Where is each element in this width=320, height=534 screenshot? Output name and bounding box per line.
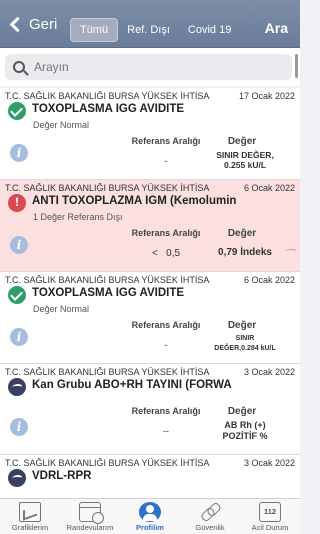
reference-range-value: < 0,5 <box>151 248 181 259</box>
result-date: 3 Ocak 2022 <box>243 367 295 377</box>
reference-range-value: - <box>164 156 168 166</box>
back-button[interactable]: Geri <box>8 14 57 34</box>
top-nav-bar: Geri Tümü Ref. Dışı Covid 19 Ara <box>0 0 300 48</box>
value-header: Değer <box>227 320 257 331</box>
result-source: T.C. SAĞLIK BAKANLIĞI BURSA YÜKSEK İHTİS… <box>5 275 210 285</box>
result-value-line1: AB Rh (+) <box>224 420 266 430</box>
result-item[interactable]: T.C. SAĞLIK BAKANLIĞI BURSA YÜKSEK İHTİS… <box>0 88 300 180</box>
result-values: i Referans Aralığı Değer -- AB Rh (+) POZ… <box>0 404 300 454</box>
result-date: 6 Ocak 2022 <box>243 183 295 193</box>
tab-label: Randevularım <box>66 523 114 532</box>
result-value: SINIR DEĞER, 0.255 kU/L <box>200 150 290 170</box>
value-header: Değer <box>227 136 257 147</box>
link-icon <box>199 502 221 522</box>
result-values: i Referans Aralığı Değer - SINIR DEĞER,0.… <box>0 318 300 363</box>
result-source: T.C. SAĞLIK BAKANLIĞI BURSA YÜKSEK İHTİS… <box>5 367 210 377</box>
result-title: TOXOPLASMA IGG AVIDITE <box>32 287 185 299</box>
tab-label: Acil Durum <box>251 523 289 532</box>
reference-range-value: -- <box>163 426 169 436</box>
search-bar <box>0 48 300 86</box>
result-date: 6 Ocak 2022 <box>243 275 295 285</box>
chart-icon <box>19 502 41 522</box>
results-list: T.C. SAĞLIK BAKANLIĞI BURSA YÜKSEK İHTİS… <box>0 88 300 498</box>
check-icon <box>8 286 26 304</box>
search-action-button[interactable]: Ara <box>265 20 288 36</box>
result-item[interactable]: T.C. SAĞLIK BAKANLIĞI BURSA YÜKSEK İHTİS… <box>0 455 300 498</box>
result-source: T.C. SAĞLIK BAKANLIĞI BURSA YÜKSEK İHTİS… <box>5 458 210 468</box>
result-title: VDRL-RPR <box>32 470 92 482</box>
result-values: i Referans Aralığı Değer - SINIR DEĞER, 0… <box>0 134 300 179</box>
value-header: Değer <box>227 406 257 417</box>
tab-charts[interactable]: Grafiklerim <box>0 499 60 534</box>
segment-all[interactable]: Tümü <box>70 18 119 42</box>
result-header: T.C. SAĞLIK BAKANLIĞI BURSA YÜKSEK İHTİS… <box>0 364 300 404</box>
tab-profile[interactable]: Profilim <box>120 499 180 534</box>
result-source: T.C. SAĞLIK BAKANLIĞI BURSA YÜKSEK İHTİS… <box>5 183 210 193</box>
result-status-text: Değer Normal <box>33 120 90 130</box>
info-icon[interactable]: i <box>10 328 28 346</box>
scrollbar[interactable] <box>295 54 298 78</box>
back-label: Geri <box>29 15 58 33</box>
result-header: T.C. SAĞLIK BAKANLIĞI BURSA YÜKSEK İHTİS… <box>0 88 300 134</box>
tab-label: Grafiklerim <box>11 523 49 532</box>
info-icon[interactable]: i <box>10 418 28 436</box>
info-icon[interactable]: i <box>10 144 28 162</box>
result-value-line1: SINIR DEĞER, <box>216 150 274 160</box>
check-icon <box>8 102 26 120</box>
tab-label: Güvenlik <box>195 523 225 532</box>
result-value-line2: 0.255 kU/L <box>223 160 267 170</box>
info-icon[interactable]: i <box>10 236 28 254</box>
reference-range-header: Referans Aralığı <box>131 406 201 416</box>
search-icon <box>13 61 25 73</box>
result-status-text: 1 Değer Referans Dışı <box>33 212 123 222</box>
result-title: TOXOPLASMA IGG AVIDITE <box>32 103 185 115</box>
segment-covid19[interactable]: Covid 19 <box>179 18 240 42</box>
chevron-left-icon <box>9 16 26 32</box>
result-title: Kan Grubu ABO+RH TAYINI (FORWA <box>32 379 232 391</box>
warning-icon <box>8 194 26 212</box>
result-value-line2: DEĞER,0.284 kU/L <box>214 345 276 352</box>
result-header: T.C. SAĞLIK BAKANLIĞI BURSA YÜKSEK İHTİS… <box>0 272 300 318</box>
result-item[interactable]: T.C. SAĞLIK BAKANLIĞI BURSA YÜKSEK İHTİS… <box>0 272 300 364</box>
result-value-line2: POZİTİF % <box>222 431 268 441</box>
tab-label: Profilim <box>136 523 164 532</box>
result-value: AB Rh (+) POZİTİF % <box>200 420 290 442</box>
segment-out-of-range[interactable]: Ref. Dışı <box>118 18 179 42</box>
result-values: i Referans Aralığı Değer < 0,5 0,79 İnde… <box>0 226 300 271</box>
wave-icon <box>8 469 26 487</box>
result-date: 17 Ocak 2022 <box>238 91 295 101</box>
tab-emergency[interactable]: 112 Acil Durum <box>240 499 300 534</box>
bottom-tab-bar: Grafiklerim Randevularım Profilim Güvenl… <box>0 498 300 534</box>
reference-range-header: Referans Aralığı <box>131 136 201 146</box>
reference-range-header: Referans Aralığı <box>131 320 201 330</box>
tab-security[interactable]: Güvenlik <box>180 499 240 534</box>
tab-appointments[interactable]: Randevularım <box>60 499 120 534</box>
result-value: 0,79 İndeks <box>218 247 272 258</box>
result-header: T.C. SAĞLIK BAKANLIĞI BURSA YÜKSEK İHTİS… <box>0 455 300 498</box>
result-status-text: Değer Normal <box>33 304 90 314</box>
wave-icon <box>8 378 26 396</box>
calendar-icon <box>79 502 104 524</box>
emergency-112-icon: 112 <box>259 502 281 522</box>
user-icon <box>139 502 161 522</box>
filter-segments: Tümü Ref. Dışı Covid 19 <box>70 18 240 42</box>
result-header: T.C. SAĞLIK BAKANLIĞI BURSA YÜKSEK İHTİS… <box>0 180 300 226</box>
trend-icon[interactable] <box>282 249 298 255</box>
result-item[interactable]: T.C. SAĞLIK BAKANLIĞI BURSA YÜKSEK İHTİS… <box>0 364 300 455</box>
result-value-line1: SINIR <box>235 335 255 342</box>
result-item[interactable]: T.C. SAĞLIK BAKANLIĞI BURSA YÜKSEK İHTİS… <box>0 180 300 272</box>
result-date: 3 Ocak 2022 <box>243 458 295 468</box>
search-field[interactable] <box>5 54 292 80</box>
value-header: Değer <box>227 228 257 239</box>
reference-range-value: - <box>164 340 168 350</box>
result-source: T.C. SAĞLIK BAKANLIĞI BURSA YÜKSEK İHTİS… <box>5 91 210 101</box>
result-title: ANTI TOXOPLAZMA IGM (Kemolumin <box>32 195 237 207</box>
result-value: SINIR DEĞER,0.284 kU/L <box>200 334 290 354</box>
reference-range-header: Referans Aralığı <box>131 228 201 238</box>
search-input[interactable] <box>34 60 254 74</box>
